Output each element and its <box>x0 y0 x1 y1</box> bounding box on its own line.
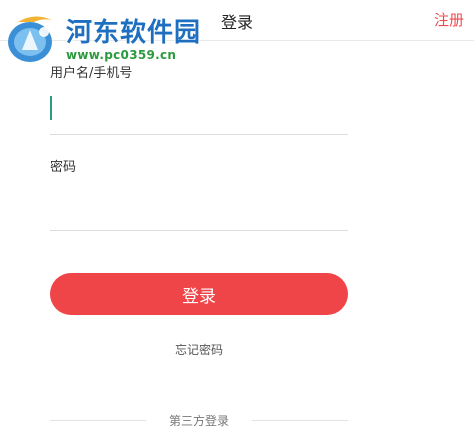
password-label: 密码 <box>50 160 77 175</box>
username-input[interactable] <box>50 94 348 135</box>
forgot-password-link[interactable]: 忘记密码 <box>0 341 398 358</box>
username-label: 用户名/手机号 <box>50 66 133 81</box>
login-button[interactable]: 登录 <box>50 273 348 315</box>
register-link[interactable]: 注册 <box>434 9 464 30</box>
password-input[interactable] <box>50 190 348 231</box>
text-cursor <box>50 96 52 120</box>
watermark-url: www.pc0359.cn <box>66 48 177 62</box>
third-party-divider: 第三方登录 <box>50 411 348 429</box>
page-title: 登录 <box>220 13 253 32</box>
divider-line-right <box>252 420 348 421</box>
header-bar: 登录 注册 <box>0 0 474 41</box>
